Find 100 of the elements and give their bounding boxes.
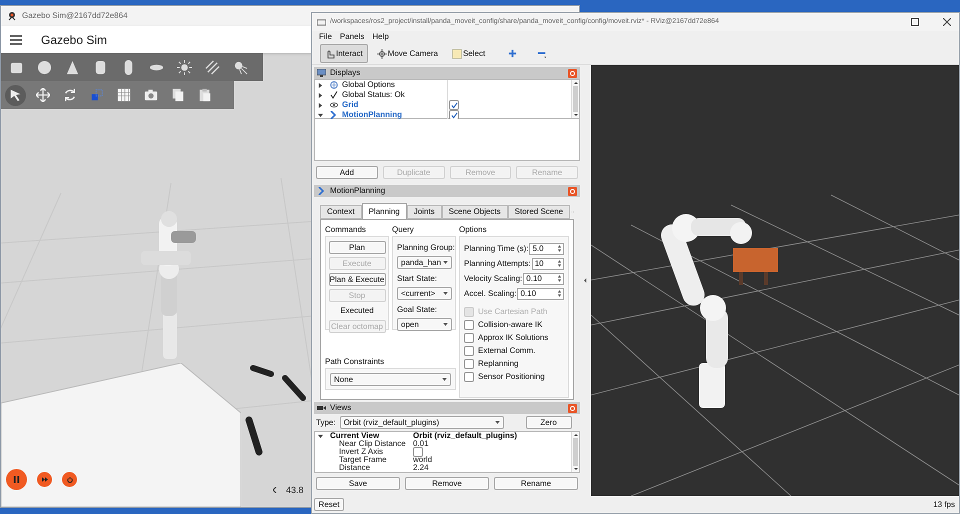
menu-item[interactable]: File (319, 31, 332, 43)
tree-row[interactable]: Current View Orbit (rviz_default_plugins) (315, 432, 571, 440)
tab[interactable]: Stored Scene (508, 205, 570, 219)
tool-button[interactable]: Interact (320, 44, 368, 63)
monitor-icon (317, 69, 326, 77)
dropdown-caret-icon (443, 261, 448, 264)
spin-arrows-icon (557, 259, 562, 268)
tool-button[interactable]: Select (446, 44, 490, 63)
tree-row[interactable]: Global Options (315, 80, 571, 90)
spin-arrows-icon (557, 244, 562, 253)
grid-icon (116, 88, 130, 102)
maximize-icon[interactable] (911, 18, 919, 26)
spin-box[interactable]: 0.10 (517, 288, 564, 300)
property-value: Orbit (rviz_default_plugins) (413, 432, 518, 440)
dropdown[interactable]: open (397, 318, 452, 331)
button[interactable]: Plan (328, 241, 386, 254)
checkmark-icon (330, 91, 338, 99)
tree-row[interactable]: Distance 2.24 (315, 464, 571, 472)
checkbox[interactable] (464, 346, 474, 356)
button[interactable]: Add (316, 166, 378, 179)
field-label: Planning Attempts: (464, 258, 531, 270)
app-title: Gazebo Sim (41, 32, 108, 48)
tab[interactable]: Planning (362, 203, 407, 219)
collapsed-arrow-icon[interactable] (318, 92, 323, 98)
expanded-arrow-icon[interactable] (318, 434, 323, 438)
cone-icon[interactable] (65, 60, 80, 74)
section-title: Path Constraints (325, 356, 386, 368)
tab[interactable]: Scene Objects (442, 205, 508, 219)
property-name: Near Clip Distance (339, 440, 406, 448)
checkbox-label: Collision-aware IK (478, 319, 542, 331)
checkbox[interactable] (449, 110, 459, 120)
spotlight-icon[interactable] (233, 60, 248, 74)
checkbox[interactable] (413, 447, 423, 457)
property-name: Current View (330, 432, 380, 440)
eye-icon (330, 101, 338, 109)
button[interactable]: Zero (526, 416, 572, 429)
checkbox[interactable] (464, 333, 474, 343)
dropdown[interactable]: <current> (397, 287, 452, 300)
scroll-up-icon[interactable] (572, 432, 579, 438)
spin-box[interactable]: 10 (532, 258, 564, 270)
collapsed-arrow-icon[interactable] (318, 82, 323, 88)
dropdown-caret-icon (494, 421, 500, 424)
parallel-lines-icon[interactable] (205, 60, 220, 74)
button[interactable]: Reset (314, 498, 344, 511)
tree-row[interactable]: Invert Z Axis (315, 448, 571, 456)
button[interactable]: Save (316, 477, 400, 490)
tool-button[interactable] (5, 84, 26, 106)
display-name: Global Options (342, 79, 396, 91)
menu-item[interactable]: Panels (340, 31, 364, 43)
button[interactable]: Plan & Execute (328, 273, 386, 286)
sim-time: 43.8 (286, 484, 304, 496)
add-tool-icon[interactable] (508, 49, 518, 58)
panel-title: MotionPlanning (330, 185, 386, 197)
sphere-icon[interactable] (37, 60, 52, 74)
menu-icon[interactable] (10, 34, 22, 44)
field-label: Type: (316, 416, 336, 428)
scrollbar[interactable] (571, 432, 579, 472)
expanded-arrow-icon[interactable] (318, 112, 323, 118)
checkbox[interactable] (464, 372, 474, 382)
checkbox[interactable] (449, 100, 459, 110)
rotate-icon (62, 88, 76, 102)
field-label: Velocity Scaling: (464, 272, 522, 284)
button[interactable]: Remove (405, 477, 489, 490)
fast-forward-icon (42, 477, 48, 482)
tool-button[interactable]: Move Camera (372, 44, 443, 63)
section-title: Query (392, 224, 415, 236)
scrollbar[interactable] (571, 80, 579, 118)
checkbox[interactable] (464, 359, 474, 369)
dropdown[interactable]: panda_han (397, 256, 452, 269)
menu-item[interactable]: Help (372, 31, 389, 43)
cylinder-icon[interactable] (93, 60, 108, 74)
scroll-down-icon[interactable] (572, 466, 579, 472)
tab[interactable]: Joints (406, 205, 442, 219)
tree-row[interactable]: Global Status: Ok (315, 90, 571, 100)
status-text: Executed (340, 305, 374, 317)
dropdown[interactable]: None (330, 373, 451, 386)
collapsed-arrow-icon[interactable] (318, 102, 323, 108)
display-name: Grid (342, 99, 360, 111)
select-arrow-icon (8, 88, 22, 102)
property-name: Target Frame (339, 456, 387, 464)
chevron-left-icon[interactable] (273, 487, 277, 494)
dropdown[interactable]: Orbit (rviz_default_plugins) (340, 416, 504, 429)
tab[interactable]: Context (320, 205, 362, 219)
sun-icon[interactable] (177, 60, 192, 74)
collapse-arrow-icon[interactable] (584, 278, 587, 283)
tree-row[interactable]: Target Frame world (315, 456, 571, 464)
checkbox[interactable] (464, 320, 474, 330)
dropdown-caret-icon (443, 292, 448, 295)
cube-snap-icon (90, 88, 104, 102)
spin-box[interactable]: 5.0 (529, 242, 564, 254)
property-name: Invert Z Axis (339, 448, 384, 456)
button[interactable]: Rename (494, 477, 578, 490)
app-icon (317, 18, 326, 26)
video-camera-icon (317, 404, 326, 412)
tree-row[interactable]: Near Clip Distance 0.01 (315, 440, 571, 448)
close-icon[interactable] (943, 18, 951, 26)
tree-row[interactable]: Grid (315, 100, 571, 110)
spin-box[interactable]: 0.10 (523, 272, 564, 284)
refresh-icon (66, 476, 72, 482)
spin-arrows-icon (557, 289, 562, 298)
